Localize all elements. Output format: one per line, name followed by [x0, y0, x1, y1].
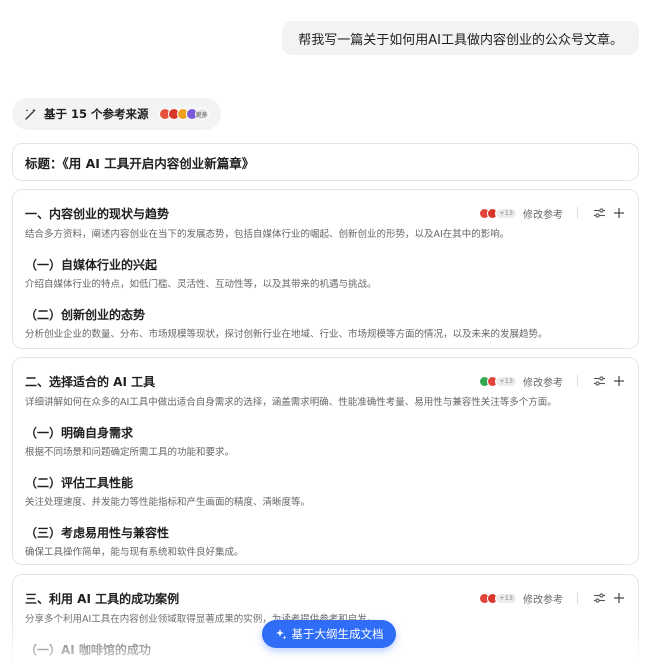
adjust-sliders-icon[interactable] [592, 591, 606, 605]
source-favicons: 更多 [158, 108, 209, 120]
divider [577, 375, 578, 387]
outline-section-3: 三、利用 AI 工具的成功案例 +13 修改参考 分享多个利用AI工具在内容创业… [12, 574, 639, 662]
sources-button[interactable]: 基于 15 个参考来源 更多 [12, 98, 221, 130]
edit-reference-link[interactable]: 修改参考 [523, 206, 563, 221]
subsection-description: 确保工具操作简单，能与现有系统和软件良好集成。 [25, 547, 244, 558]
section-source-favicons[interactable]: +13 [479, 375, 517, 387]
source-count-badge: +13 [495, 207, 517, 219]
subsection-title: （一）明确自身需求 [25, 426, 134, 440]
subsection-title: （三）考虑易用性与兼容性 [25, 526, 170, 540]
add-icon[interactable] [612, 206, 626, 220]
section-title: 一、内容创业的现状与趋势 [25, 206, 170, 221]
subsection-title: （二）创新创业的态势 [25, 308, 146, 322]
magic-wand-icon [25, 108, 36, 120]
source-count-badge: +13 [495, 592, 517, 604]
subsection-description: 介绍自媒体行业的特点，如低门槛、灵活性、互动性等，以及其带来的机遇与挑战。 [25, 279, 377, 290]
subsection-title: （一）自媒体行业的兴起 [25, 258, 158, 272]
section-description: 详细讲解如何在众多的AI工具中做出适合自身需求的选择，涵盖需求明确、性能准确性考… [25, 397, 557, 408]
edit-reference-link[interactable]: 修改参考 [523, 374, 563, 389]
user-message-bubble: 帮我写一篇关于如何用AI工具做内容创业的公众号文章。 [282, 21, 639, 55]
edit-reference-link[interactable]: 修改参考 [523, 591, 563, 606]
subsection-description: 关注处理速度、并发能力等性能指标和产生画面的精度、清晰度等。 [25, 497, 311, 508]
subsection-description: 分析创业企业的数量、分布、市场规模等现状，探讨创新行业在地域、行业、市场规模等方… [25, 329, 548, 340]
article-title-card[interactable]: 标题：《用 AI 工具开启内容创业新篇章》 [12, 143, 639, 181]
divider [577, 592, 578, 604]
section-source-favicons[interactable]: +13 [479, 207, 517, 219]
generate-document-button[interactable]: 基于大纲生成文档 [262, 620, 396, 648]
adjust-sliders-icon[interactable] [592, 206, 606, 220]
generate-document-label: 基于大纲生成文档 [291, 627, 384, 641]
outline-section-2: 二、选择适合的 AI 工具 +13 修改参考 详细讲解如何在众多的AI工具中做出… [12, 357, 639, 565]
adjust-sliders-icon[interactable] [592, 374, 606, 388]
sparkle-icon [275, 629, 286, 640]
add-icon[interactable] [612, 591, 626, 605]
section-title: 三、利用 AI 工具的成功案例 [25, 591, 180, 606]
user-message-text: 帮我写一篇关于如何用AI工具做内容创业的公众号文章。 [298, 32, 623, 48]
divider [577, 207, 578, 219]
sources-label: 基于 15 个参考来源 [44, 107, 149, 121]
section-description: 结合多方资料，阐述内容创业在当下的发展态势，包括自媒体行业的崛起、创新创业的形势… [25, 229, 510, 240]
section-title: 二、选择适合的 AI 工具 [25, 374, 156, 389]
article-title: 标题：《用 AI 工具开启内容创业新篇章》 [25, 155, 255, 171]
section-source-favicons[interactable]: +13 [479, 592, 517, 604]
outline-section-1: 一、内容创业的现状与趋势 +13 修改参考 结合多方资料，阐述内容创业在当下的发… [12, 189, 639, 349]
source-count-badge: +13 [495, 375, 517, 387]
subsection-title: （二）评估工具性能 [25, 476, 134, 490]
add-icon[interactable] [612, 374, 626, 388]
source-favicon-more: 更多 [194, 108, 209, 120]
subsection-description: 根据不同场景和问题确定所需工具的功能和要求。 [25, 447, 235, 458]
